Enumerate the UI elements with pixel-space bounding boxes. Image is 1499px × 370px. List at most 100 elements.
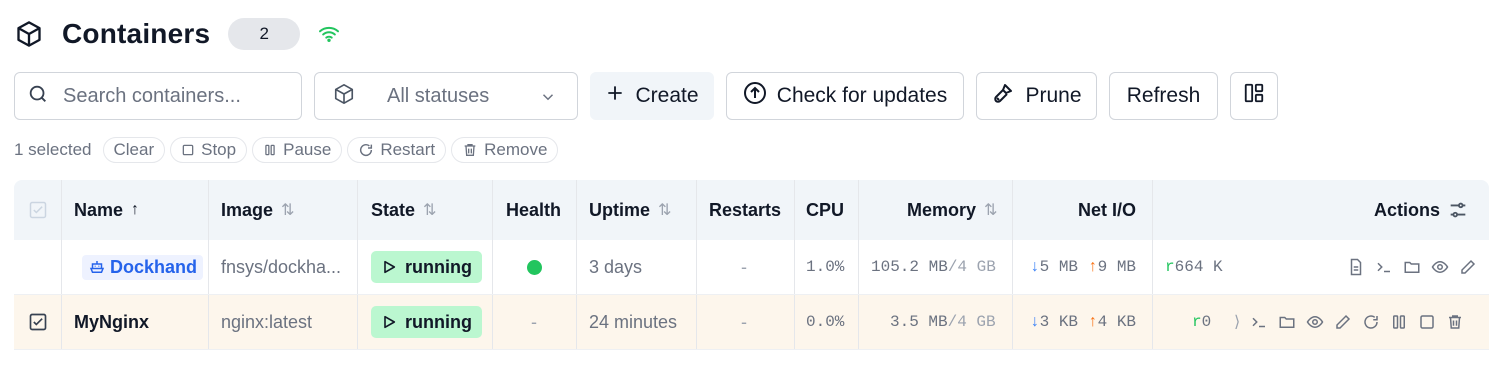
bulk-restart-button[interactable]: Restart (347, 137, 447, 163)
bulk-restart-label: Restart (380, 140, 436, 159)
logs-file-icon[interactable]: ⟩ (1234, 312, 1240, 332)
sort-icon: ⇅ (658, 202, 672, 219)
arrow-down-icon: ↓ (1030, 258, 1040, 276)
prune-button[interactable]: Prune (976, 72, 1097, 120)
sort-icon: ⇅ (281, 202, 295, 219)
trash-icon (464, 144, 476, 156)
net-io-value: ↓ 5 MB ↑ 9 MB (1030, 240, 1136, 294)
state-label: running (405, 256, 472, 277)
state-badge: running (371, 295, 482, 349)
container-name-link[interactable]: Dockhand (82, 240, 204, 294)
selection-bar: 1 selected Clear Stop Pause Restart Remo… (14, 137, 559, 163)
eye-icon[interactable] (1431, 258, 1449, 276)
container-box-icon (14, 19, 44, 49)
container-name: Dockhand (110, 256, 198, 277)
table-row[interactable]: Dockhand fnsys/dockha... running 3 days … (14, 240, 1489, 295)
layout-toggle-button[interactable] (1230, 72, 1278, 120)
health-dot (527, 259, 542, 275)
play-icon (384, 315, 396, 329)
container-count-badge: 2 (228, 18, 301, 50)
page-header: Containers 2 (14, 14, 340, 54)
table-header: Name ↑ Image ⇅ State ⇅ Health Uptime ⇅ R… (14, 180, 1489, 240)
memory-value: 105.2 MB/4 GB (871, 240, 996, 294)
memory-limit: /4 GB (947, 258, 996, 276)
sort-icon: ⇅ (984, 202, 998, 219)
net-up: 9 MB (1097, 258, 1137, 276)
restarts-value: - (741, 256, 747, 277)
container-name[interactable]: MyNginx (74, 295, 149, 349)
disk-read: 664 K (1174, 258, 1223, 276)
bulk-stop-button[interactable]: Stop (170, 137, 248, 163)
row-actions (1347, 240, 1477, 294)
arrow-up-icon: ↑ (1088, 258, 1098, 276)
create-button[interactable]: Create (590, 72, 714, 120)
ship-icon (89, 261, 105, 273)
bulk-pause-button[interactable]: Pause (252, 137, 343, 163)
refresh-label: Refresh (1126, 84, 1201, 107)
column-header-memory[interactable]: Memory ⇅ (907, 180, 997, 240)
pause-icon[interactable] (1390, 313, 1408, 331)
health-value: - (531, 311, 537, 332)
restarts-value: - (741, 311, 747, 332)
memory-used: 105.2 MB (871, 258, 948, 276)
refresh-button[interactable]: Refresh (1109, 72, 1218, 120)
uptime-value: 3 days (589, 256, 643, 277)
check-updates-button[interactable]: Check for updates (726, 72, 964, 120)
select-all-checkbox[interactable] (28, 180, 48, 240)
clear-selection-button[interactable]: Clear (102, 137, 166, 163)
memory-used: 3.5 MB (890, 313, 948, 331)
stop-icon (182, 144, 194, 156)
search-icon (27, 83, 49, 110)
health-indicator (527, 240, 542, 294)
table-row[interactable]: MyNginx nginx:latest running - 24 minute… (14, 295, 1489, 350)
arrow-up-icon: ↑ (1088, 313, 1098, 331)
create-button-label: Create (635, 84, 699, 107)
state-badge: running (371, 240, 482, 294)
folder-icon[interactable] (1278, 313, 1296, 331)
bulk-stop-label: Stop (201, 140, 237, 159)
containers-table: Name ↑ Image ⇅ State ⇅ Health Uptime ⇅ R… (14, 180, 1489, 350)
prune-label: Prune (1025, 84, 1082, 107)
restart-icon[interactable] (1362, 313, 1380, 331)
terminal-icon[interactable] (1375, 258, 1393, 276)
eye-icon[interactable] (1306, 313, 1324, 331)
arrow-up-circle-icon (743, 81, 777, 111)
bulk-remove-button[interactable]: Remove (451, 137, 559, 163)
bulk-pause-label: Pause (283, 140, 332, 159)
bulk-remove-label: Remove (484, 140, 548, 159)
pause-icon (265, 144, 275, 156)
trash-icon[interactable] (1446, 313, 1464, 331)
memory-value: 3.5 MB/4 GB (890, 295, 996, 349)
column-header-uptime[interactable]: Uptime ⇅ (589, 180, 671, 240)
disk-read: 0 (1201, 313, 1212, 331)
disk-read-prefix: r (1165, 258, 1175, 276)
container-image: nginx:latest (221, 311, 313, 332)
disk-read-prefix: r (1192, 313, 1202, 331)
row-actions: ⟩ (1234, 295, 1464, 349)
column-header-netio: Net I/O (1078, 199, 1137, 220)
row-checkbox[interactable] (28, 295, 48, 349)
chevron-down-icon (539, 88, 557, 111)
status-filter-select[interactable]: All statuses (314, 72, 578, 120)
terminal-icon[interactable] (1250, 313, 1268, 331)
wifi-icon (318, 25, 340, 43)
column-settings-icon[interactable] (1447, 180, 1469, 240)
column-header-image[interactable]: Image ⇅ (221, 180, 294, 240)
search-box[interactable] (14, 72, 302, 120)
column-header-name[interactable]: Name ↑ (74, 180, 139, 240)
logs-file-icon[interactable] (1347, 258, 1365, 276)
column-header-actions: Actions (1374, 199, 1441, 220)
edit-pencil-icon[interactable] (1459, 258, 1477, 276)
column-header-state[interactable]: State ⇅ (371, 180, 436, 240)
sort-icon: ⇅ (423, 202, 437, 219)
edit-pencil-icon[interactable] (1334, 313, 1352, 331)
column-header-restarts: Restarts (709, 199, 782, 220)
arrow-down-icon: ↓ (1030, 313, 1040, 331)
search-input[interactable] (63, 84, 283, 108)
folder-icon[interactable] (1403, 258, 1421, 276)
cpu-value: 0.0% (806, 313, 845, 331)
container-box-icon (333, 83, 355, 110)
sort-asc-icon: ↑ (131, 201, 140, 218)
stop-icon[interactable] (1418, 313, 1436, 331)
net-down: 3 KB (1039, 313, 1079, 331)
